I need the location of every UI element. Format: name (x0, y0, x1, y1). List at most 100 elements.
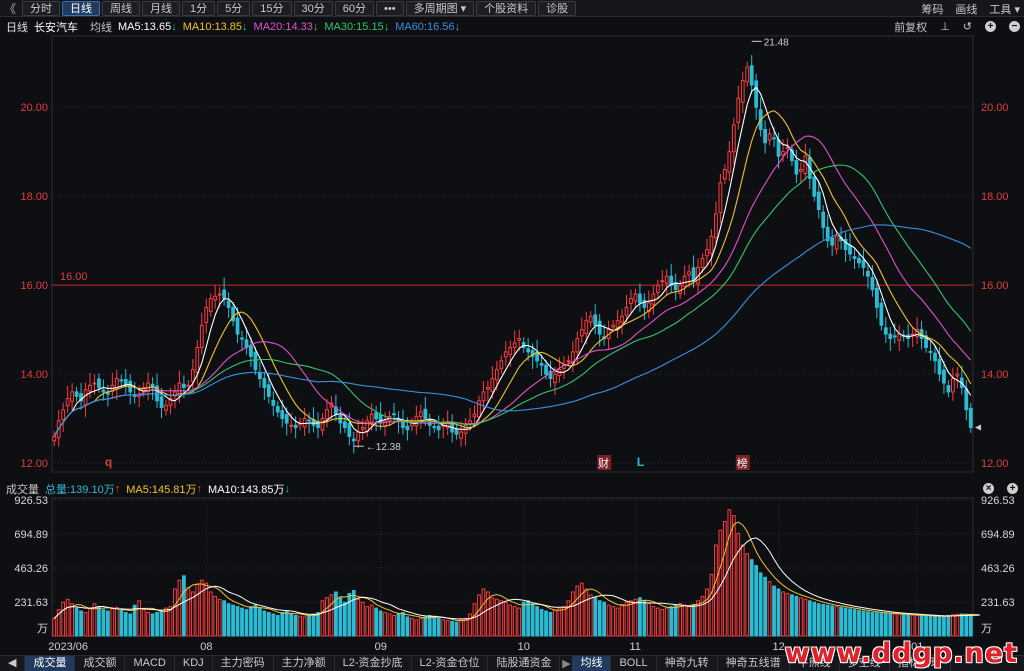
candle-body (745, 66, 750, 83)
tab-kdj[interactable]: KDJ (175, 655, 213, 671)
volume-bar (588, 594, 593, 637)
candle-body (65, 398, 70, 407)
volume-bar (602, 601, 607, 637)
volume-bar (521, 601, 526, 637)
candle-body (714, 213, 718, 239)
candle-body (61, 409, 66, 421)
volume-bar (754, 565, 759, 637)
candle-body (159, 396, 164, 408)
candle-body (262, 378, 267, 388)
volume-bar (226, 603, 231, 637)
tab-magic-nine[interactable]: 神奇九转 (657, 655, 718, 671)
candle-body (964, 388, 969, 411)
volume-bar (235, 606, 240, 637)
volume-bar (97, 606, 101, 637)
volume-bar (199, 579, 204, 637)
volume-bar (705, 588, 709, 637)
annotations: 21.48 ←12.38 q 财 L 榜 (105, 37, 789, 470)
x-tick-label: 2023/06 (48, 641, 88, 653)
volume-bar (821, 603, 826, 637)
candle-body (284, 414, 289, 424)
tab-main-net[interactable]: 主力净额 (274, 655, 335, 671)
candle-body (861, 259, 866, 268)
tab-next-icon[interactable]: ▶ (560, 657, 572, 670)
tab-l2-position[interactable]: L2-资金仓位 (412, 655, 489, 671)
volume-tick-label-right: 926.53 (981, 495, 1015, 507)
candle-body (213, 295, 218, 301)
volume-bar (794, 595, 799, 637)
volume-bar (262, 610, 267, 637)
volume-bar (365, 606, 370, 637)
volume-bar (669, 606, 674, 637)
reference-line-label: 16.00 (60, 271, 88, 283)
volume-bar (383, 612, 387, 637)
volume-bar (816, 603, 821, 637)
candle-body (392, 413, 396, 416)
volume-bar (964, 613, 969, 637)
tab-main-code[interactable]: 主力密码 (213, 655, 274, 671)
volume-bar (883, 612, 888, 637)
volume-bar (396, 613, 401, 637)
annotation-label: 21.48 (764, 37, 789, 48)
tab-amount[interactable]: 成交额 (75, 655, 126, 671)
volume-bar (392, 614, 396, 637)
volume-tick-label-left: 231.63 (14, 597, 48, 609)
volume-bar (61, 601, 66, 637)
tab-l2-bottom[interactable]: L2-资金抄底 (335, 655, 412, 671)
volume-bar (195, 584, 200, 637)
candle-body (798, 168, 803, 172)
volume-bar (472, 603, 477, 637)
candle-body (405, 425, 410, 431)
volume-bar (660, 609, 665, 637)
price-tick-label-left: 18.00 (20, 191, 48, 203)
volume-bar (933, 616, 937, 637)
volume-bar (790, 594, 794, 637)
volume-bar (848, 608, 852, 637)
volume-bar (463, 617, 468, 637)
tab-macd[interactable]: MACD (125, 655, 175, 671)
price-tick-label-right: 18.00 (981, 191, 1009, 203)
candle-body (494, 369, 499, 381)
price-tick-label-left: 20.00 (20, 102, 48, 114)
volume-bar (378, 610, 383, 637)
volume-bar (432, 615, 437, 637)
candle-body (767, 133, 772, 141)
volume-bar (897, 613, 902, 637)
volume-bar (119, 609, 124, 637)
reference-line: 16.00 (52, 271, 973, 286)
candle-body (539, 362, 544, 366)
candle-body (204, 306, 209, 324)
volume-bar (450, 620, 455, 637)
volume-bar (329, 594, 334, 637)
volume-bar (763, 576, 767, 637)
volume-bar (834, 606, 839, 637)
candle-body (740, 79, 745, 103)
candle-body (928, 350, 933, 353)
volume-bar (874, 612, 879, 637)
tab-boll[interactable]: BOLL (611, 655, 657, 671)
candle-body (950, 378, 955, 393)
volume-bar (651, 606, 656, 637)
tab-prev-icon[interactable]: ◀ (0, 655, 26, 671)
candle-body (347, 423, 352, 437)
tab-magic-five[interactable]: 神奇五线谱 (718, 655, 790, 671)
volume-bar (459, 619, 463, 637)
volume-bar (141, 609, 146, 637)
candle-body (852, 256, 857, 259)
candle-body (477, 400, 481, 418)
volume-bar (861, 610, 866, 637)
tab-volume[interactable]: 成交量 (25, 655, 76, 671)
tab-ma[interactable]: 均线 (572, 655, 612, 671)
candle-body (834, 235, 839, 250)
volume-bar (293, 614, 298, 637)
candle-body (217, 293, 222, 296)
volume-bar (369, 604, 374, 637)
volume-bar (906, 614, 911, 637)
kline-chart[interactable]: 16.00 21.48 ←12.38 q 财 L 榜 12.00 12.00 14.00 14.… (0, 0, 1024, 655)
volume-bar (579, 582, 584, 637)
tab-hk-flow[interactable]: 陆股通资金 (488, 655, 561, 671)
volume-bar (544, 610, 548, 637)
price-tick-label-left: 12.00 (20, 458, 48, 470)
price-tick-label-right: 12.00 (981, 458, 1009, 470)
volume-bar (79, 610, 83, 637)
